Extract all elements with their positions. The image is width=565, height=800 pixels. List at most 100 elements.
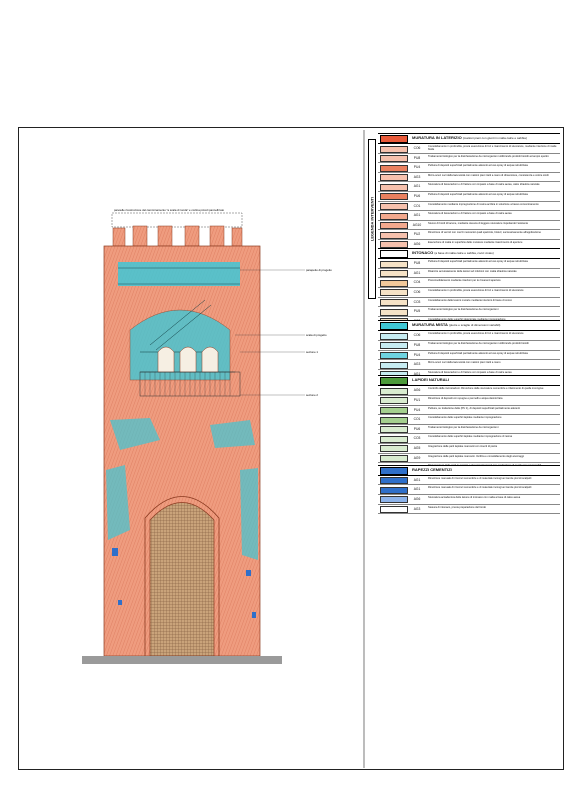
legend-section-title-text: LAPIDEI NATURALI — [412, 377, 450, 383]
legend-row-description: Stucco di bordi di lacune, mediante stes… — [428, 221, 529, 225]
legend-row-swatch — [380, 477, 408, 485]
legend-row-swatch — [380, 506, 408, 514]
legend-row: AG1 Stuccatura di fessurazioni e di fratt… — [378, 211, 560, 221]
legend-section-title-text: INTONACO — [412, 250, 435, 256]
legend-row-description: Esecuzione di malta in superficie delle … — [428, 240, 523, 244]
legend-row-code: AG1 — [413, 270, 421, 275]
legend-row: AG1 Rimozione manuale di rinconci cementi… — [378, 485, 560, 495]
legend-row-swatch — [380, 397, 408, 405]
legend-row-swatch — [380, 426, 408, 434]
legend-row-swatch — [380, 222, 408, 230]
legend-row-description: Risarcire accuratamente delle lesioni ed… — [428, 269, 517, 273]
legend-row-swatch — [380, 183, 408, 191]
legend-row: CO6 Consolidamento in profondità, previa … — [378, 331, 560, 341]
legend-row: PU8 Pulitura di depositi superficiali par… — [378, 259, 560, 269]
legend-panel: LEGENDA INTERVENTI MURATURA IN LATERIZIO… — [366, 133, 562, 768]
legend-row-description: Trattamento biologico per la disinfestaz… — [428, 308, 499, 312]
callout-section-2: sezione 2 — [306, 393, 318, 397]
legend-row-description: Pulitura di depositi superficiali parzia… — [428, 192, 528, 196]
legend-row-swatch — [380, 231, 408, 239]
legend-row-description: Integrazione delle parti lapidee mancant… — [428, 444, 498, 448]
legend-row: PU2 Rimozione di vernici con mezzi meccan… — [378, 230, 560, 240]
legend-section-header: LAPIDEI NATURALI — [378, 375, 560, 387]
legend-row: PU6 Trattamento biologico per la disinfes… — [378, 425, 560, 435]
legend-section-header: RAPEZZI CEMENTIZI — [378, 464, 560, 476]
legend-row-description: Controllo delle incrostazioni. Rimozione… — [428, 387, 544, 391]
legend-row-description: Consolidamento in profondità, previa ese… — [428, 288, 524, 292]
legend-row: CO1 Consolidamento mediante impregnazione… — [378, 202, 560, 212]
legend-row: CO3 Consolidamento delle superfici lapide… — [378, 434, 560, 444]
legend-row: AG9 Integrazione delle parti lapidee manc… — [378, 454, 560, 464]
legend-row-description: Stesura di intonaco, previa preparazione… — [428, 505, 486, 509]
legend-row: PU5 Trattamento biologico per la disinfes… — [378, 307, 560, 317]
legend-row-code: PU2 — [413, 232, 421, 237]
legend-row-description: Stuccatura di fessurazioni e di fratture… — [428, 183, 540, 187]
legend-row-description: Integrazione delle parti lapidee mancant… — [428, 454, 524, 458]
reconstruction-note-box — [111, 212, 243, 228]
legend-row-code: PU5 — [413, 309, 421, 314]
top-note-text: paretelle ricostruzione del camminamento… — [114, 208, 224, 212]
legend-row-code: PU4 — [413, 352, 421, 357]
legend-row-code: CO6 — [413, 146, 421, 150]
legend-row-code: AG9 — [413, 455, 421, 460]
legend-row-code: CO1 — [413, 417, 421, 422]
legend-row-description: Pulitura, su trattazione delle (PU 1), d… — [428, 406, 520, 410]
legend-row-swatch — [380, 260, 408, 268]
drawing-sheet: paretelle ricostruzione del camminamento… — [0, 0, 565, 800]
legend-section-swatch — [380, 250, 408, 259]
legend-section-title: INTONACO (a base di malta calce e sabbia… — [412, 250, 494, 255]
legend-row-code: CO6 — [413, 333, 421, 338]
legend-row-swatch — [380, 212, 408, 220]
legend-row-swatch — [380, 193, 408, 201]
legend-row-description: Micro-scuci cuci della lacunosità con ma… — [428, 361, 501, 365]
legend-row: AG3 Stesura di intonaco, previa preparazi… — [378, 505, 560, 515]
legend-section: LAPIDEI NATURALI AG6 Controllo delle incr… — [378, 375, 560, 473]
legend-row: AG3 Micro-scuci cuci della lacunosità con… — [378, 173, 560, 183]
legend-row: PU4 Pulitura, su trattazione delle (PU 1)… — [378, 406, 560, 416]
legend-row: PU4 Pulitura di depositi superficiali par… — [378, 351, 560, 361]
legend-row-swatch — [380, 332, 408, 340]
legend-vertical-title: LEGENDA INTERVENTI — [369, 196, 375, 242]
legend-row-code: AG1 — [413, 487, 421, 492]
legend-row-code: PU1 — [413, 397, 421, 402]
legend-section: INTONACO (a base di malta calce e sabbia… — [378, 248, 560, 327]
legend-row: PU4 Pulitura di depositi superficiali par… — [378, 163, 560, 173]
legend-row: AG5 Integrazione delle parti lapidee manc… — [378, 444, 560, 454]
legend-row-swatch — [380, 203, 408, 211]
legend-row-swatch — [380, 155, 408, 163]
legend-section-title: LAPIDEI NATURALI — [412, 377, 449, 382]
legend-row-code: AG3 — [413, 506, 421, 511]
legend-row: AG6 Controllo delle incrostazioni. Rimozi… — [378, 386, 560, 396]
legend-row-description: Pulitura di depositi superficiali parzia… — [428, 260, 528, 264]
legend-row-swatch — [380, 270, 408, 278]
legend-row-swatch — [380, 145, 408, 153]
legend-row-description: Consolidamento delle superfici lapidee m… — [428, 435, 513, 439]
legend-row: AG1 Stuccatura di fessurazioni e di fratt… — [378, 182, 560, 192]
legend-row-description: Consolidamento mediante impregnazione di… — [428, 202, 539, 206]
legend-row-swatch — [380, 164, 408, 172]
legend-row-code: CO4 — [413, 280, 421, 285]
legend-vertical-title-box: LEGENDA INTERVENTI — [368, 139, 376, 299]
callout-stair: scala di progetto — [306, 333, 327, 337]
legend-row-code: CO6 — [413, 289, 421, 294]
legend-section-swatch — [380, 322, 408, 331]
legend-section-header: MURATURA MISTA (pietre e scaglie di dime… — [378, 320, 560, 332]
legend-row-description: Consolidamento in profondità, previa ese… — [428, 145, 557, 151]
legend-row-description: Pulitura di depositi superficiali parzia… — [428, 351, 528, 355]
legend-row-swatch — [380, 435, 408, 443]
legend-row-code: PU8 — [413, 155, 421, 160]
callout-section-1: sezione 1 — [306, 350, 318, 354]
legend-row-description: Trattamento biologico per la disinfestaz… — [428, 154, 549, 158]
legend-row-code: PU4 — [413, 407, 421, 412]
legend-row-swatch — [380, 445, 408, 453]
legend-section-subtitle: (pietre e scaglie di dimensioni variabil… — [448, 323, 501, 328]
legend-row-code: PU6 — [413, 426, 421, 431]
balcony-arches — [157, 346, 219, 373]
legend-section-swatch — [380, 377, 408, 386]
legend-row-code: AG1 — [413, 184, 421, 189]
legend-section-title-text: MURATURA IN LATERIZIO — [412, 135, 463, 140]
legend-section-title-text: MURATURA MISTA — [412, 322, 449, 328]
legend-row-code: AG6 — [413, 496, 421, 501]
legend-row-swatch — [380, 486, 408, 494]
legend-row: CO6 Consolidamento in profondità, previa … — [378, 288, 560, 298]
